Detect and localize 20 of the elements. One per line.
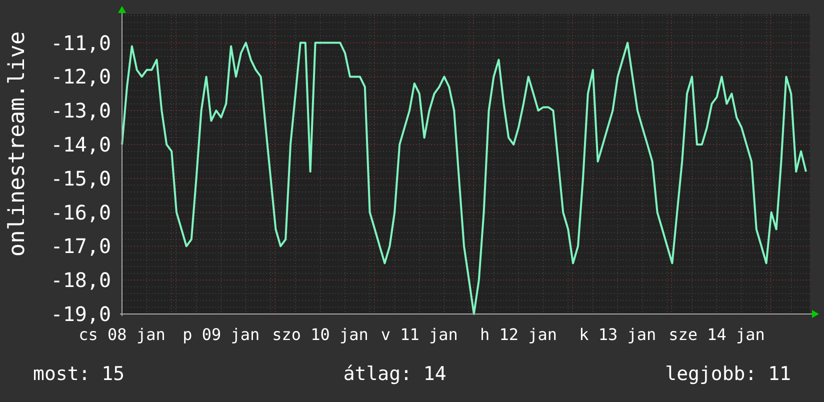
y-tick-label: -16,0	[50, 200, 111, 224]
y-tick-label: -18,0	[50, 268, 111, 292]
legend-stat: átlag: 14	[343, 362, 446, 387]
x-tick-label: szo 10 jan	[272, 325, 368, 344]
y-tick-label: -15,0	[50, 166, 111, 190]
x-tick-label: cs 08 jan	[78, 325, 166, 344]
x-tick-label: k 13 jan	[579, 325, 656, 344]
y-tick-label: -11,0	[50, 30, 111, 55]
y-tick-label: -17,0	[50, 234, 111, 258]
y-axis-title: onlinestream.live	[5, 31, 30, 257]
y-tick-label: -13,0	[50, 98, 111, 123]
legend-stat: most: 15	[33, 362, 125, 387]
y-tick-label: -19,0	[50, 302, 111, 326]
x-tick-label: sze 14 jan	[668, 325, 765, 344]
x-tick-label: v 11 jan	[380, 325, 458, 344]
y-tick-label: -12,0	[50, 64, 111, 89]
legend-stat: legjobb: 11	[665, 362, 791, 387]
x-tick-label: p 09 jan	[182, 325, 260, 344]
x-tick-label: h 12 jan	[480, 325, 558, 344]
y-tick-label: -14,0	[50, 132, 111, 156]
